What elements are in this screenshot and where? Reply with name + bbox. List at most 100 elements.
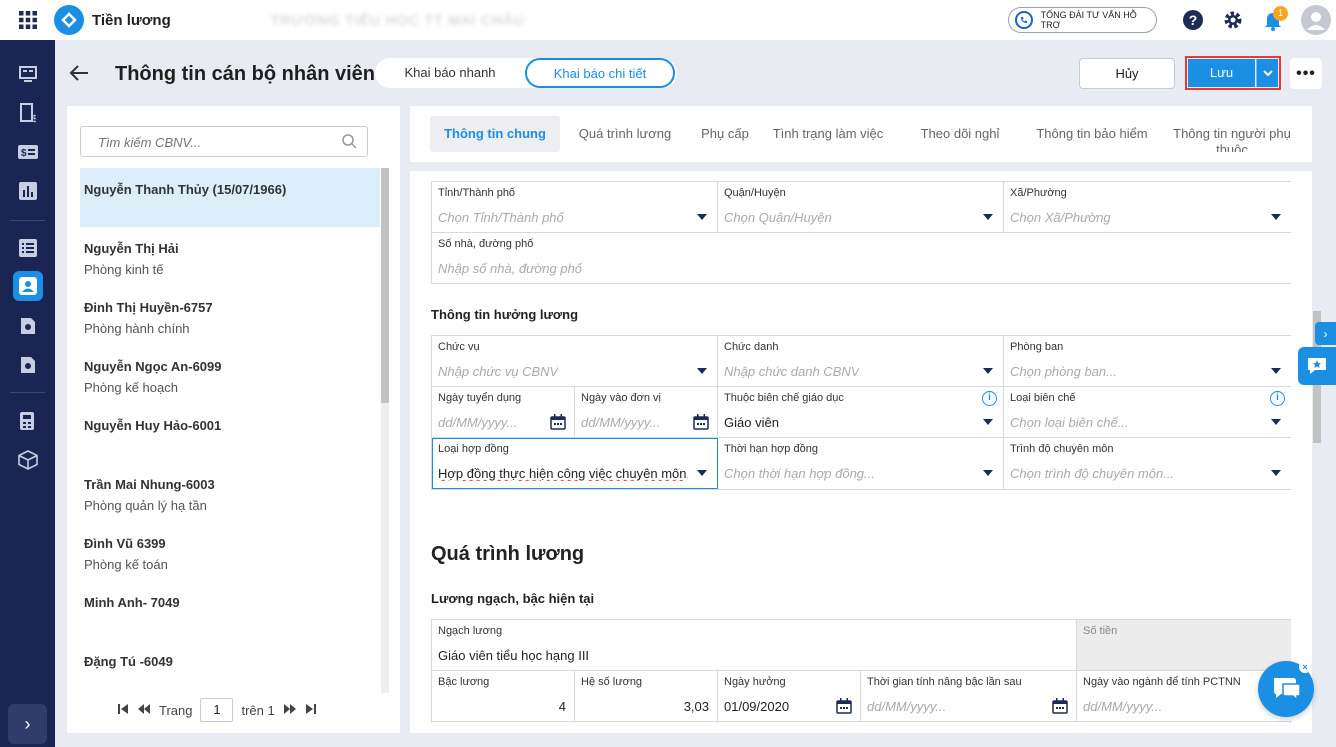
salary-level-input[interactable]: Bậc lương 4 xyxy=(432,671,575,722)
tab-dependents[interactable]: Thông tin người phụ thuộc xyxy=(1167,116,1297,152)
employee-department: Phòng kinh tế xyxy=(84,262,164,277)
employee-list-item[interactable]: Trần Mai Nhung-6003 Phòng quản lý hạ tần xyxy=(80,463,380,522)
app-name: Tiền lương xyxy=(92,11,171,29)
employee-list-item[interactable]: Đặng Tú -6049 xyxy=(80,640,380,693)
next-page-icon[interactable] xyxy=(283,703,297,718)
user-avatar[interactable] xyxy=(1301,5,1331,35)
sidebar-package-box-icon[interactable] xyxy=(13,445,43,475)
department-select[interactable]: Phòng ban Chọn phòng ban... xyxy=(1004,336,1291,387)
cancel-button[interactable]: Hủy xyxy=(1079,58,1175,89)
salary-grade-select[interactable]: Ngạch lương Giáo viên tiểu học hạng III xyxy=(432,620,1077,671)
sidebar-file-settings-icon[interactable] xyxy=(13,350,43,380)
hire-date-picker[interactable]: Ngày tuyển dụng dd/MM/yyyy... xyxy=(432,387,575,438)
calendar-icon[interactable] xyxy=(693,414,709,433)
field-label: Loại biên chế xyxy=(1010,392,1076,404)
tab-salary-history[interactable]: Quá trình lương xyxy=(573,116,677,152)
field-placeholder: dd/MM/yyyy... xyxy=(581,415,661,430)
employee-list-item[interactable]: Đinh Thị Huyền-6757 Phòng hành chính xyxy=(80,286,380,345)
calendar-icon[interactable] xyxy=(836,698,852,717)
salary-process-heading: Quá trình lương xyxy=(431,543,585,565)
join-date-picker[interactable]: Ngày vào đơn vị dd/MM/yyyy... xyxy=(575,387,718,438)
staff-kind-select[interactable]: Loại biên chế i Chọn loại biên chế... xyxy=(1004,387,1291,438)
first-page-icon[interactable] xyxy=(117,703,129,718)
side-panel-expand-icon[interactable]: › xyxy=(1315,322,1336,345)
province-select[interactable]: Tỉnh/Thành phố Chọn Tỉnh/Thành phố xyxy=(432,182,718,233)
position-select[interactable]: Chức vụ Nhập chức vụ CBNV xyxy=(432,336,718,387)
tab-work-status[interactable]: Tình trạng làm việc xyxy=(766,116,890,152)
feedback-star-icon[interactable] xyxy=(1298,347,1336,385)
tab-general-info[interactable]: Thông tin chung xyxy=(430,116,560,152)
street-input[interactable]: Số nhà, đường phố Nhập số nhà, đường phố xyxy=(432,233,1291,283)
sidebar-calculator-icon[interactable] xyxy=(13,406,43,436)
save-dropdown-chevron-icon[interactable] xyxy=(1256,59,1278,87)
field-value: Giáo viên xyxy=(724,415,779,430)
dropdown-caret-icon xyxy=(697,368,707,374)
employee-list-item[interactable]: Đình Vũ 6399 Phòng kế toán xyxy=(80,522,380,581)
employee-search-input[interactable] xyxy=(98,135,338,150)
employee-list-item[interactable]: Nguyễn Thị Hải Phòng kinh tế xyxy=(80,227,380,286)
employee-list-item[interactable]: Nguyễn Thanh Thủy (15/07/1966) xyxy=(80,168,380,227)
phone-icon xyxy=(1015,11,1033,29)
calendar-icon[interactable] xyxy=(550,414,566,433)
chat-close-icon[interactable]: × xyxy=(1299,661,1311,673)
field-placeholder: Nhập chức vụ CBNV xyxy=(438,364,559,379)
tab-insurance[interactable]: Thông tin bảo hiểm xyxy=(1028,116,1156,152)
back-arrow-icon[interactable] xyxy=(68,62,90,84)
contract-term-select[interactable]: Thời hạn hợp đồng Chọn thời hạn hợp đồng.… xyxy=(718,438,1004,489)
employee-name: Trần Mai Nhung-6003 xyxy=(84,477,215,492)
contract-type-select[interactable]: Loại hợp đồng Hợp đồng thực hiện công việ… xyxy=(432,438,718,489)
search-icon[interactable] xyxy=(342,134,357,152)
field-placeholder: dd/MM/yyyy... xyxy=(438,415,518,430)
info-icon[interactable]: i xyxy=(982,391,997,406)
app-launcher-icon[interactable] xyxy=(0,0,55,40)
ward-select[interactable]: Xã/Phường Chọn Xã/Phường xyxy=(1004,182,1291,233)
page-number-input[interactable]: 1 xyxy=(200,698,234,722)
employee-name: Đặng Tú -6049 xyxy=(84,654,173,669)
settings-gear-icon[interactable] xyxy=(1222,9,1244,31)
employee-list-scrollbar[interactable] xyxy=(381,168,389,693)
staff-type-select[interactable]: Thuộc biên chế giáo dục i Giáo viên xyxy=(718,387,1004,438)
field-label: Trình độ chuyên môn xyxy=(1010,443,1114,455)
sidebar-expand-chevron-icon[interactable]: › xyxy=(8,704,47,744)
current-salary-subheading: Lương ngạch, bậc hiện tại xyxy=(431,591,595,606)
employee-name: Đinh Thị Huyền-6757 xyxy=(84,300,213,315)
field-value: Hợp đồng thực hiện công việc chuyên môn, xyxy=(438,466,688,481)
pagination: Trang 1 trên 1 xyxy=(117,697,317,723)
sidebar-salary-icon[interactable]: $ xyxy=(13,137,43,167)
scrollbar-thumb[interactable] xyxy=(381,168,389,403)
district-select[interactable]: Quận/Huyện Chọn Quận/Huyện xyxy=(718,182,1004,233)
prev-page-icon[interactable] xyxy=(137,703,151,718)
tab-allowance[interactable]: Phụ cấp xyxy=(690,116,760,152)
field-label: Loại hợp đồng xyxy=(438,443,509,455)
detail-mode-tab[interactable]: Khai báo chi tiết xyxy=(525,58,675,88)
save-button[interactable]: Lưu xyxy=(1188,59,1255,87)
field-label: Ngày hưởng xyxy=(724,676,786,688)
salary-process-grid: Ngạch lương Giáo viên tiểu học hạng III S… xyxy=(431,619,1291,723)
sidebar-document-settings-icon[interactable] xyxy=(13,311,43,341)
field-value: 3,03 xyxy=(683,699,709,714)
sidebar-dashboard-icon[interactable] xyxy=(13,59,43,89)
employee-list-item[interactable]: Nguyễn Huy Hảo-6001 xyxy=(80,404,380,463)
qualification-select[interactable]: Trình độ chuyên môn Chọn trình độ chuyên … xyxy=(1004,438,1291,489)
calendar-icon[interactable] xyxy=(1052,698,1068,717)
employee-list-item[interactable]: Minh Anh- 7049 xyxy=(80,581,380,640)
employee-list-item[interactable]: Nguyễn Ngọc An-6099 Phòng kế hoạch xyxy=(80,345,380,404)
next-raise-date-picker[interactable]: Thời gian tính nâng bậc lần sau dd/MM/yyy… xyxy=(861,671,1077,722)
last-page-icon[interactable] xyxy=(305,703,317,718)
sidebar-employee-icon[interactable] xyxy=(13,271,43,301)
sidebar-payroll-icon[interactable]: $ xyxy=(13,98,43,128)
quick-mode-tab[interactable]: Khai báo nhanh xyxy=(375,58,525,88)
salary-coefficient-input[interactable]: Hệ số lương 3,03 xyxy=(575,671,718,722)
more-options-icon[interactable]: ••• xyxy=(1290,58,1322,89)
help-icon[interactable]: ? xyxy=(1182,9,1204,31)
sidebar-report-chart-icon[interactable] xyxy=(13,176,43,206)
effective-date-picker[interactable]: Ngày hưởng 01/09/2020 xyxy=(718,671,861,722)
info-icon[interactable]: i xyxy=(1270,391,1285,406)
dropdown-caret-icon xyxy=(1271,368,1281,374)
hotline-button[interactable]: TỔNG ĐÀI TƯ VẤN HỖ TRỢ xyxy=(1008,7,1157,33)
field-label: Ngày tuyển dụng xyxy=(438,392,522,404)
sidebar-list-icon[interactable] xyxy=(13,233,43,263)
dropdown-caret-icon xyxy=(983,368,993,374)
tab-leave-tracking[interactable]: Theo dõi nghỉ xyxy=(905,116,1015,152)
job-title-select[interactable]: Chức danh Nhập chức danh CBNV xyxy=(718,336,1004,387)
